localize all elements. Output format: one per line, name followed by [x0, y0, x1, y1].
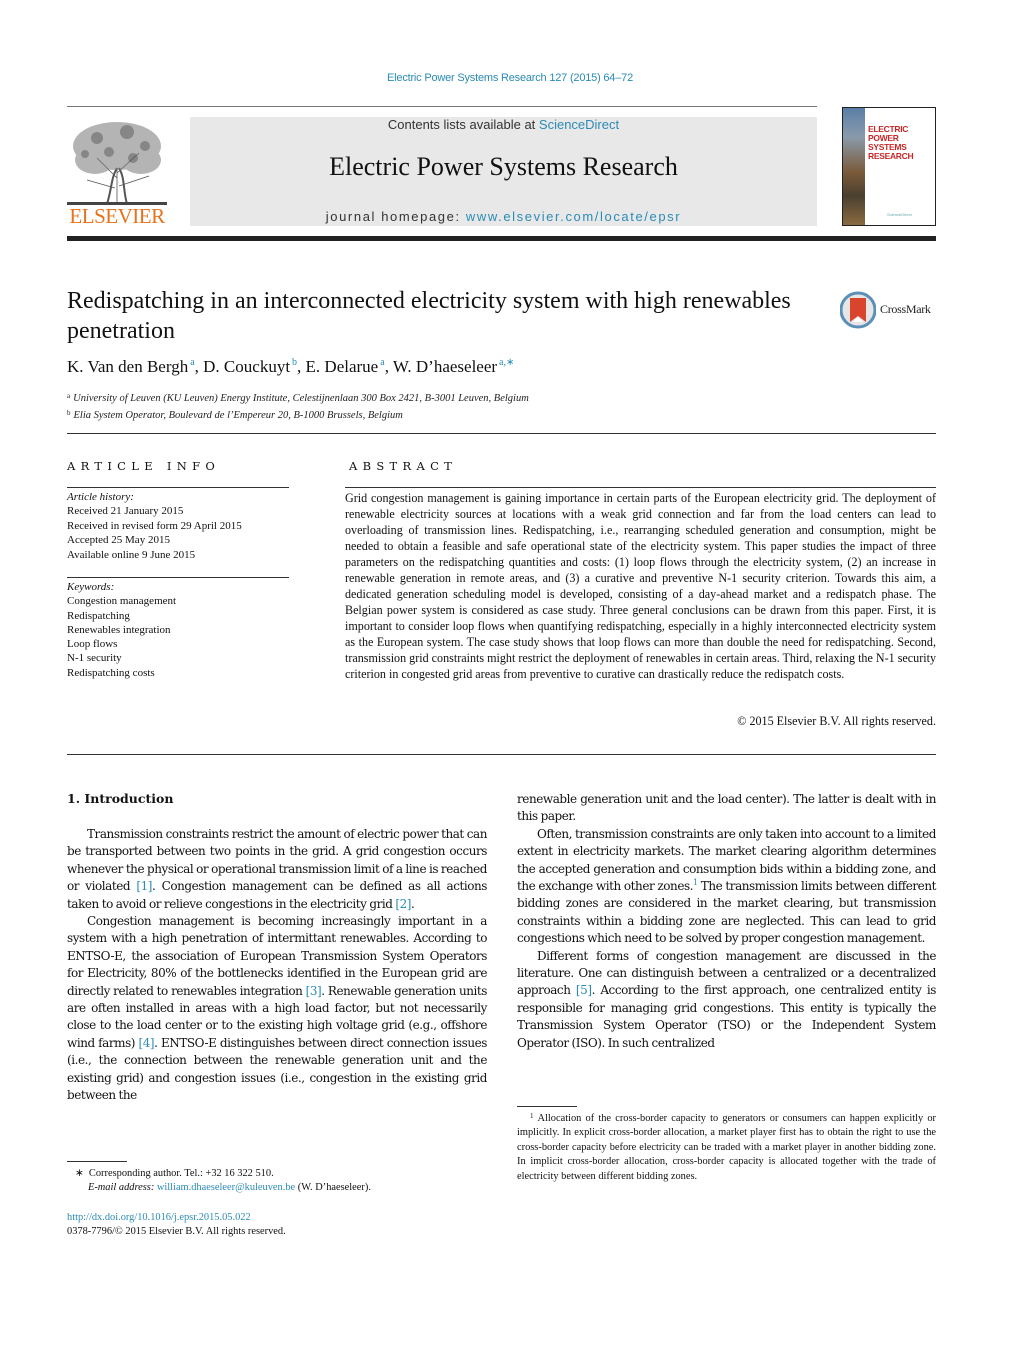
body-column-right: renewable generation unit and the load c…	[517, 791, 936, 1052]
history-item: Received in revised form 29 April 2015	[67, 519, 242, 532]
keyword: Redispatching costs	[67, 666, 155, 679]
issn-copyright: 0378-7796/© 2015 Elsevier B.V. All right…	[67, 1226, 286, 1238]
affiliation-marker[interactable]: a,∗	[499, 357, 514, 368]
affiliation-label: a	[67, 392, 71, 400]
journal-homepage-link[interactable]: www.elsevier.com/locate/epsr	[466, 209, 681, 224]
body-column-left: Transmission constraints restrict the am…	[67, 826, 487, 1105]
keywords-label: Keywords:	[67, 581, 115, 593]
affiliation: a University of Leuven (KU Leuven) Energy…	[67, 389, 867, 406]
email-label: E-mail address:	[88, 1182, 157, 1194]
journal-citation-link[interactable]: Electric Power Systems Research 127 (201…	[0, 72, 1020, 84]
section-heading: 1. Introduction	[67, 791, 174, 806]
keyword: Renewables integration	[67, 623, 171, 636]
cover-title: ELECTRIC POWER SYSTEMS RESEARCH	[868, 124, 914, 161]
section-rule	[67, 754, 936, 755]
abstract-heading: ABSTRACT	[349, 459, 458, 473]
text: .	[411, 896, 415, 911]
info-rule	[67, 487, 289, 488]
cover-image-strip	[843, 108, 865, 225]
info-rule	[67, 577, 289, 578]
contents-prefix: Contents lists available at	[387, 117, 539, 132]
author-name[interactable]: K. Van den Bergh	[67, 357, 188, 376]
abstract-rule	[345, 487, 936, 488]
citation-link[interactable]: [4]	[139, 1036, 155, 1050]
history-item: Accepted 25 May 2015	[67, 534, 170, 547]
footnote-rule	[517, 1106, 577, 1107]
keyword: Redispatching	[67, 609, 130, 622]
citation-link[interactable]: [5]	[576, 983, 592, 997]
keyword: Congestion management	[67, 595, 177, 608]
corresponding-author-footnote: ∗ Corresponding author. Tel.: +32 16 322…	[67, 1167, 487, 1196]
abstract-copyright: © 2015 Elsevier B.V. All rights reserved…	[737, 714, 936, 728]
keywords: Keywords: Congestion management Redispat…	[67, 580, 292, 680]
elsevier-wordmark: ELSEVIER	[69, 204, 165, 228]
section-rule	[67, 433, 936, 434]
crossmark-badge[interactable]: CrossMark	[839, 291, 940, 329]
keyword: Loop flows	[67, 638, 118, 651]
journal-title: Electric Power Systems Research	[329, 152, 678, 181]
history-item: Received 21 January 2015	[67, 505, 184, 518]
footnote-1: 1 Allocation of the cross-border capacity…	[517, 1109, 936, 1184]
email-link[interactable]: william.dhaeseleer@kuleuven.be	[157, 1182, 295, 1193]
author-separator: ,	[384, 357, 393, 376]
citation-link[interactable]: [1]	[136, 879, 152, 893]
author-name[interactable]: W. D’haeseleer	[393, 357, 497, 376]
crossmark-label: CrossMark	[880, 302, 931, 316]
paragraph: Transmission constraints restrict the am…	[67, 826, 487, 913]
affiliations: a University of Leuven (KU Leuven) Energy…	[67, 389, 867, 423]
author-list: K. Van den Bergh a, D. Couckuyt b, E. Dela…	[67, 357, 867, 377]
footnote-text: Corresponding author. Tel.: +32 16 322 5…	[88, 1168, 274, 1179]
footnote-mark: ∗	[75, 1168, 84, 1179]
paragraph: Often, transmission constraints are only…	[517, 826, 936, 948]
journal-cover-thumbnail[interactable]: ELECTRIC POWER SYSTEMS RESEARCH ScienceD…	[842, 107, 936, 226]
article-history: Article history: Received 21 January 201…	[67, 490, 292, 562]
contents-line: Contents lists available at ScienceDirec…	[190, 117, 817, 132]
paragraph: renewable generation unit and the load c…	[517, 792, 936, 824]
affiliation-text: University of Leuven (KU Leuven) Energy …	[73, 393, 529, 404]
article-info-heading: ARTICLE INFO	[67, 459, 221, 473]
paragraph: Congestion management is becoming increa…	[67, 913, 487, 1104]
footnote-text: Allocation of the cross-border capacity …	[517, 1113, 936, 1182]
affiliation-text: Elia System Operator, Boulevard de l’Emp…	[73, 410, 403, 421]
abstract-text: Grid congestion management is gaining im…	[345, 491, 936, 681]
citation-link[interactable]: [2]	[395, 897, 411, 911]
footnote-rule	[67, 1161, 127, 1162]
homepage-prefix: journal homepage:	[325, 209, 466, 224]
journal-homepage-line: journal homepage: www.elsevier.com/locat…	[190, 209, 817, 224]
crossmark-icon	[839, 291, 877, 329]
masthead-rule	[67, 236, 936, 241]
author-name[interactable]: D. Couckuyt	[203, 357, 290, 376]
history-label: Article history:	[67, 491, 134, 503]
citation-link[interactable]: [3]	[306, 984, 322, 998]
keyword: N-1 security	[67, 652, 122, 665]
doi-block: http://dx.doi.org/10.1016/j.epsr.2015.05…	[67, 1211, 487, 1240]
email-suffix: (W. D’haeseleer).	[295, 1182, 371, 1194]
header-rule	[67, 106, 817, 107]
affiliation-label: b	[67, 409, 71, 417]
sciencedirect-link[interactable]: ScienceDirect	[539, 117, 619, 132]
history-item: Available online 9 June 2015	[67, 548, 196, 561]
doi-link[interactable]: http://dx.doi.org/10.1016/j.epsr.2015.05…	[67, 1212, 251, 1223]
footnote-mark: 1	[530, 1112, 534, 1120]
article-title: Redispatching in an interconnected elect…	[67, 288, 791, 344]
affiliation: b Elia System Operator, Boulevard de l’Em…	[67, 406, 867, 423]
author-separator: ,	[297, 357, 306, 376]
paragraph: Different forms of congestion management…	[517, 948, 936, 1052]
author-name[interactable]: E. Delarue	[306, 357, 379, 376]
cover-publisher: ScienceDirect	[887, 212, 912, 217]
author-separator: ,	[194, 357, 204, 376]
